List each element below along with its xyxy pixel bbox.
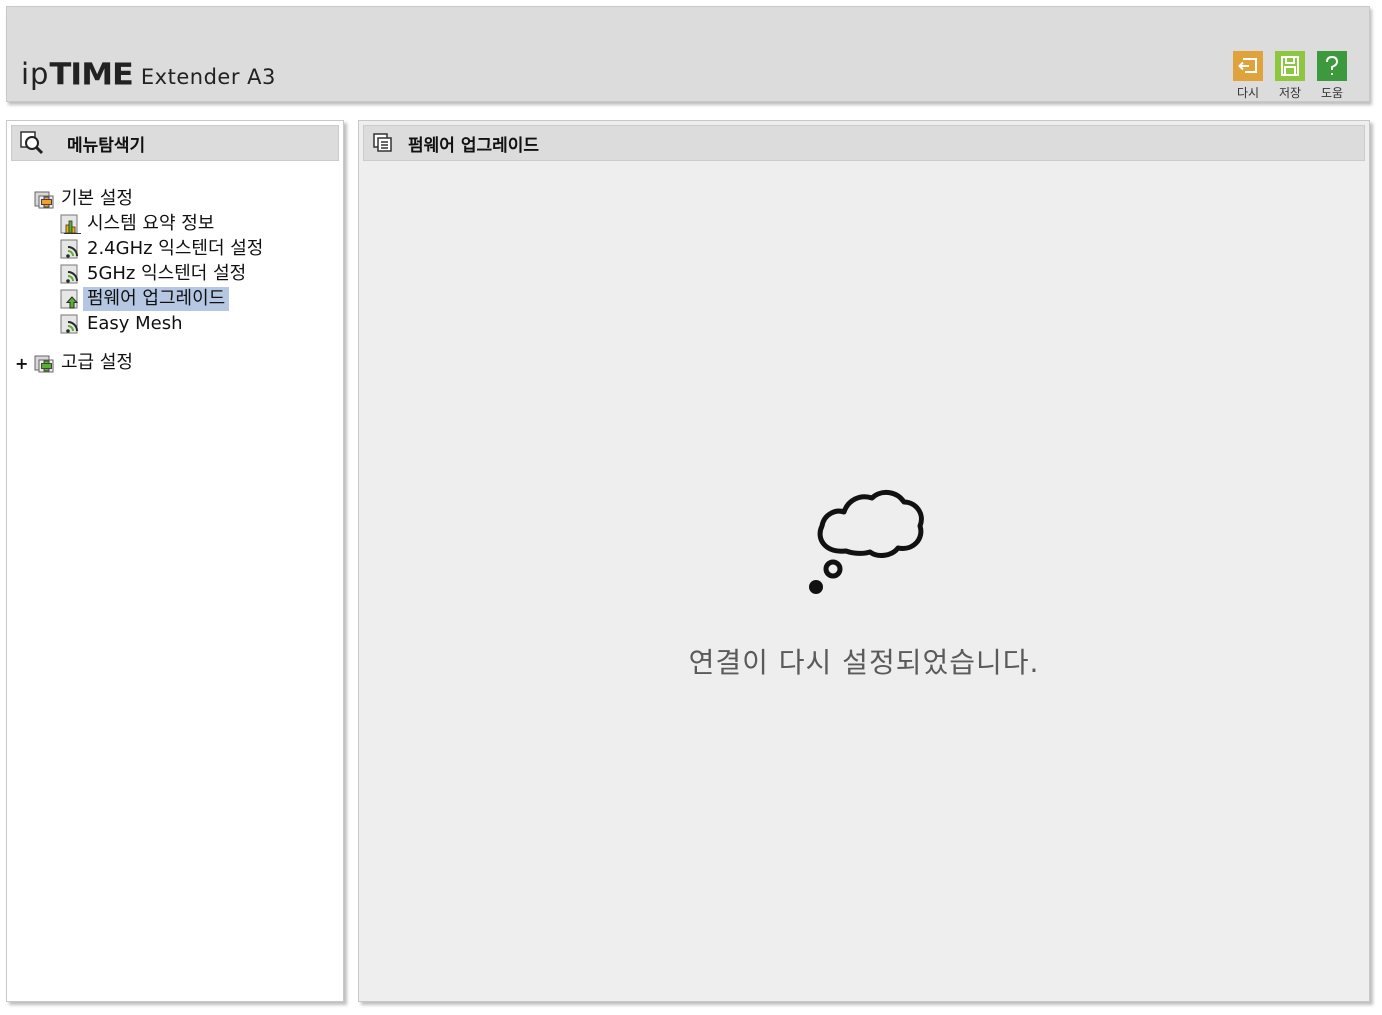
expand-toggle[interactable]: + [15,354,33,373]
menu-explorer-title: 메뉴탐색기 [67,135,146,156]
wireless-icon [59,263,83,285]
tree-node-basic-settings[interactable]: 기본 설정 [33,187,137,211]
toolbar: 다시 저장 도움 [1233,51,1347,101]
tree-label-easy-mesh: Easy Mesh [87,313,183,334]
tree-label-extender-5g: 5GHz 익스텐더 설정 [87,263,247,284]
help-label: 도움 [1320,86,1344,100]
save-button[interactable]: 저장 [1275,51,1305,101]
tree-item-firmware-upgrade[interactable]: 펌웨어 업그레이드 [59,287,230,311]
save-label: 저장 [1278,86,1302,100]
tree-item-extender-5g[interactable]: 5GHz 익스텐더 설정 [59,262,250,286]
connection-reset-message: 연결이 다시 설정되었습니다. [688,646,1040,679]
folder-settings-icon [33,188,57,210]
logo-ip: ip [21,57,50,91]
tree-item-extender-2g[interactable]: 2.4GHz 익스텐더 설정 [59,237,267,261]
save-icon [1275,51,1305,81]
tree-label-extender-2g: 2.4GHz 익스텐더 설정 [87,238,264,259]
tree-item-easy-mesh[interactable]: Easy Mesh [59,312,187,336]
chart-icon [59,213,83,235]
wireless-icon [59,238,83,260]
tree-label-firmware-upgrade: 펌웨어 업그레이드 [83,287,230,311]
iptime-logo: ip TIME Extender A3 [21,53,276,89]
reload-label: 다시 [1236,86,1260,100]
tree-item-system-summary[interactable]: 시스템 요약 정보 [59,212,218,236]
magnifier-icon [19,130,45,156]
content-header: 펌웨어 업그레이드 [363,125,1365,161]
upgrade-icon [59,288,83,310]
tree-label-system-summary: 시스템 요약 정보 [87,213,215,234]
thought-bubble-icon [809,490,924,594]
tree-label-advanced-settings: 고급 설정 [61,352,133,373]
content-title: 펌웨어 업그레이드 [408,135,540,156]
undo-icon [1233,51,1263,81]
menu-explorer-header: 메뉴탐색기 [11,125,339,161]
logo-time: TIME [49,55,133,93]
window-icon [372,132,394,154]
reload-button[interactable]: 다시 [1233,51,1263,101]
help-button[interactable]: 도움 [1317,51,1347,101]
tree-node-advanced-settings[interactable]: + 고급 설정 [15,351,137,375]
content-panel: 펌웨어 업그레이드 연결이 다시 설정되었습니다. [358,120,1370,1002]
logo-model: Extender A3 [140,65,276,89]
header-bar: ip TIME Extender A3 다시 저장 도움 [6,6,1370,102]
wireless-icon [59,313,83,335]
folder-settings-icon [33,352,57,374]
tree-label-basic-settings: 기본 설정 [61,188,133,209]
menu-explorer-panel: 메뉴탐색기 기본 설정 시스템 요약 정보 2.4GHz 익스텐더 설정 5GH… [6,120,344,1002]
help-icon [1317,51,1347,81]
